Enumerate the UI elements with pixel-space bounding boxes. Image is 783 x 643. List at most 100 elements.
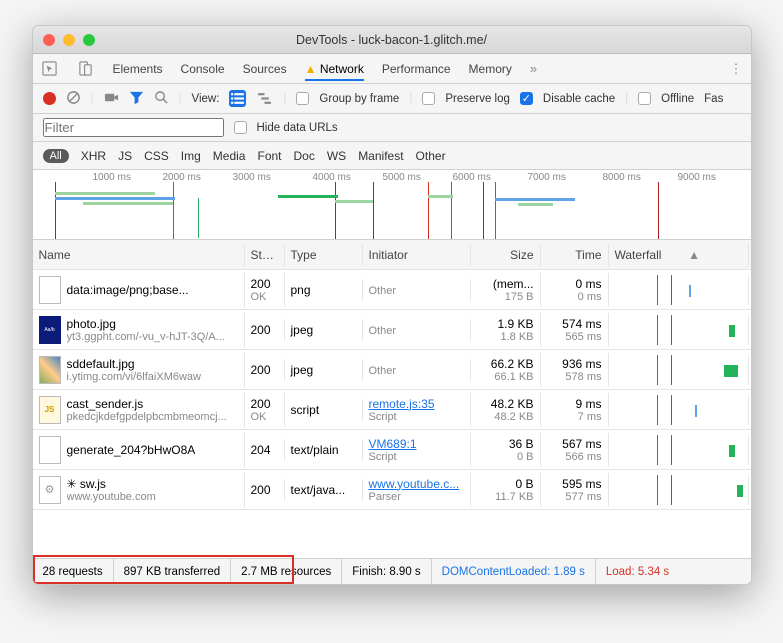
preserve-log-checkbox[interactable]	[422, 92, 435, 105]
request-name: cast_sender.js	[67, 397, 227, 411]
col-status: Sta...	[245, 244, 285, 266]
status-code: 200	[251, 363, 278, 377]
type: script	[285, 399, 363, 421]
initiator-link[interactable]: remote.js:35	[369, 397, 435, 411]
inspect-icon[interactable]	[41, 60, 59, 78]
type: text/plain	[285, 439, 363, 461]
offline-checkbox[interactable]	[638, 92, 651, 105]
filter-all[interactable]: All	[43, 149, 69, 163]
device-toolbar-icon[interactable]	[77, 60, 95, 78]
kebab-menu-icon[interactable]: ⋮	[730, 62, 743, 75]
col-initiator: Initiator	[363, 244, 471, 266]
table-row[interactable]: sddefault.jpgi.ytimg.com/vi/6lfaiXM6waw2…	[33, 350, 751, 390]
record-button[interactable]	[43, 92, 56, 105]
status-transferred: 897 KB transferred	[114, 559, 232, 585]
filter-media[interactable]: Media	[213, 149, 246, 163]
file-icon: JS	[39, 396, 61, 424]
warning-icon: ▲	[305, 62, 317, 76]
requests-table: Name Sta... Type Initiator Size Time Wat…	[33, 240, 751, 558]
status-bar: 28 requests 897 KB transferred 2.7 MB re…	[33, 558, 751, 584]
camera-icon[interactable]	[104, 90, 119, 107]
timeline-overview[interactable]: 1000 ms2000 ms3000 ms4000 ms5000 ms6000 …	[33, 170, 751, 240]
status-requests: 28 requests	[33, 559, 114, 585]
request-domain: yt3.ggpht.com/-vu_v-hJT-3Q/A...	[67, 331, 225, 343]
status-code: 200	[251, 483, 278, 497]
filter-input[interactable]	[43, 118, 224, 137]
request-name: photo.jpg	[67, 317, 225, 331]
type: jpeg	[285, 319, 363, 341]
filter-manifest[interactable]: Manifest	[358, 149, 403, 163]
filter-ws[interactable]: WS	[327, 149, 346, 163]
disable-cache-label: Disable cache	[543, 93, 615, 105]
more-tabs-icon[interactable]: »	[530, 62, 537, 75]
col-type: Type	[285, 244, 363, 266]
network-toolbar: | | View: | Group by frame | Preserve lo…	[33, 84, 751, 114]
group-by-frame-checkbox[interactable]	[296, 92, 309, 105]
hide-data-urls-checkbox[interactable]	[234, 121, 247, 134]
col-time: Time	[541, 244, 609, 266]
file-icon: ⚙	[39, 476, 61, 504]
table-row[interactable]: ⚙ ✳ sw.jswww.youtube.com 200 text/java... ww…	[33, 470, 751, 510]
filter-xhr[interactable]: XHR	[81, 149, 106, 163]
minimize-window-icon[interactable]	[63, 34, 75, 46]
zoom-window-icon[interactable]	[83, 34, 95, 46]
col-name: Name	[33, 244, 245, 266]
list-view-button[interactable]	[229, 90, 246, 107]
view-label: View:	[192, 93, 220, 105]
table-row[interactable]: data:image/png;base...200OKpngOther(mem.…	[33, 270, 751, 310]
tab-sources[interactable]: Sources	[243, 62, 287, 76]
status-code: 204	[251, 443, 278, 457]
filter-js[interactable]: JS	[118, 149, 132, 163]
filter-font[interactable]: Font	[257, 149, 281, 163]
status-resources: 2.7 MB resources	[231, 559, 342, 585]
filter-icon[interactable]	[129, 90, 144, 107]
throttling-label[interactable]: Fas	[704, 93, 723, 105]
filter-css[interactable]: CSS	[144, 149, 169, 163]
tab-performance[interactable]: Performance	[382, 62, 451, 76]
filter-other[interactable]: Other	[416, 149, 446, 163]
clear-icon[interactable]	[66, 90, 81, 107]
waterfall-cell	[609, 475, 749, 505]
filter-bar: Hide data URLs	[33, 114, 751, 142]
group-by-frame-label: Group by frame	[319, 93, 399, 105]
filter-doc[interactable]: Doc	[294, 149, 315, 163]
file-icon	[39, 436, 61, 464]
titlebar: DevTools - luck-bacon-1.glitch.me/	[33, 26, 751, 54]
request-domain: pkedcjkdefgpdelpbcmbmeomcj...	[67, 411, 227, 423]
search-icon[interactable]	[154, 90, 169, 107]
initiator-link[interactable]: VM689:1	[369, 437, 417, 451]
waterfall-view-button[interactable]	[256, 90, 273, 107]
tab-console[interactable]: Console	[181, 62, 225, 76]
offline-label: Offline	[661, 93, 694, 105]
hide-data-urls-label: Hide data URLs	[257, 122, 338, 134]
table-row[interactable]: JS cast_sender.jspkedcjkdefgpdelpbcmbmeom…	[33, 390, 751, 430]
request-domain: www.youtube.com	[67, 491, 156, 503]
status-dcl: DOMContentLoaded: 1.89 s	[432, 559, 596, 585]
waterfall-cell	[609, 395, 749, 425]
initiator-link[interactable]: www.youtube.c...	[369, 477, 460, 491]
type: png	[285, 279, 363, 301]
devtools-tabs: Elements Console Sources ▲ Network Perfo…	[33, 54, 751, 84]
waterfall-cell	[609, 275, 749, 305]
tab-network[interactable]: ▲ Network	[305, 62, 364, 81]
request-name: data:image/png;base...	[67, 283, 189, 297]
disable-cache-checkbox[interactable]: ✓	[520, 92, 533, 105]
type: text/java...	[285, 479, 363, 501]
table-row[interactable]: generate_204?bHwO8A204text/plainVM689:1S…	[33, 430, 751, 470]
table-row[interactable]: Aa/bphoto.jpgyt3.ggpht.com/-vu_v-hJT-3Q/…	[33, 310, 751, 350]
table-header[interactable]: Name Sta... Type Initiator Size Time Wat…	[33, 240, 751, 270]
file-icon	[39, 356, 61, 384]
filter-img[interactable]: Img	[181, 149, 201, 163]
file-icon	[39, 276, 61, 304]
request-name: ✳ sw.js	[67, 477, 156, 491]
tab-elements[interactable]: Elements	[113, 62, 163, 76]
waterfall-cell	[609, 355, 749, 385]
waterfall-cell	[609, 435, 749, 465]
status-code: 200	[251, 277, 278, 291]
col-waterfall: Waterfall ▲	[609, 244, 749, 266]
status-code: 200	[251, 323, 278, 337]
type-filters: All XHR JS CSS Img Media Font Doc WS Man…	[33, 142, 751, 170]
tab-memory[interactable]: Memory	[469, 62, 512, 76]
close-window-icon[interactable]	[43, 34, 55, 46]
request-domain: i.ytimg.com/vi/6lfaiXM6waw	[67, 371, 201, 383]
